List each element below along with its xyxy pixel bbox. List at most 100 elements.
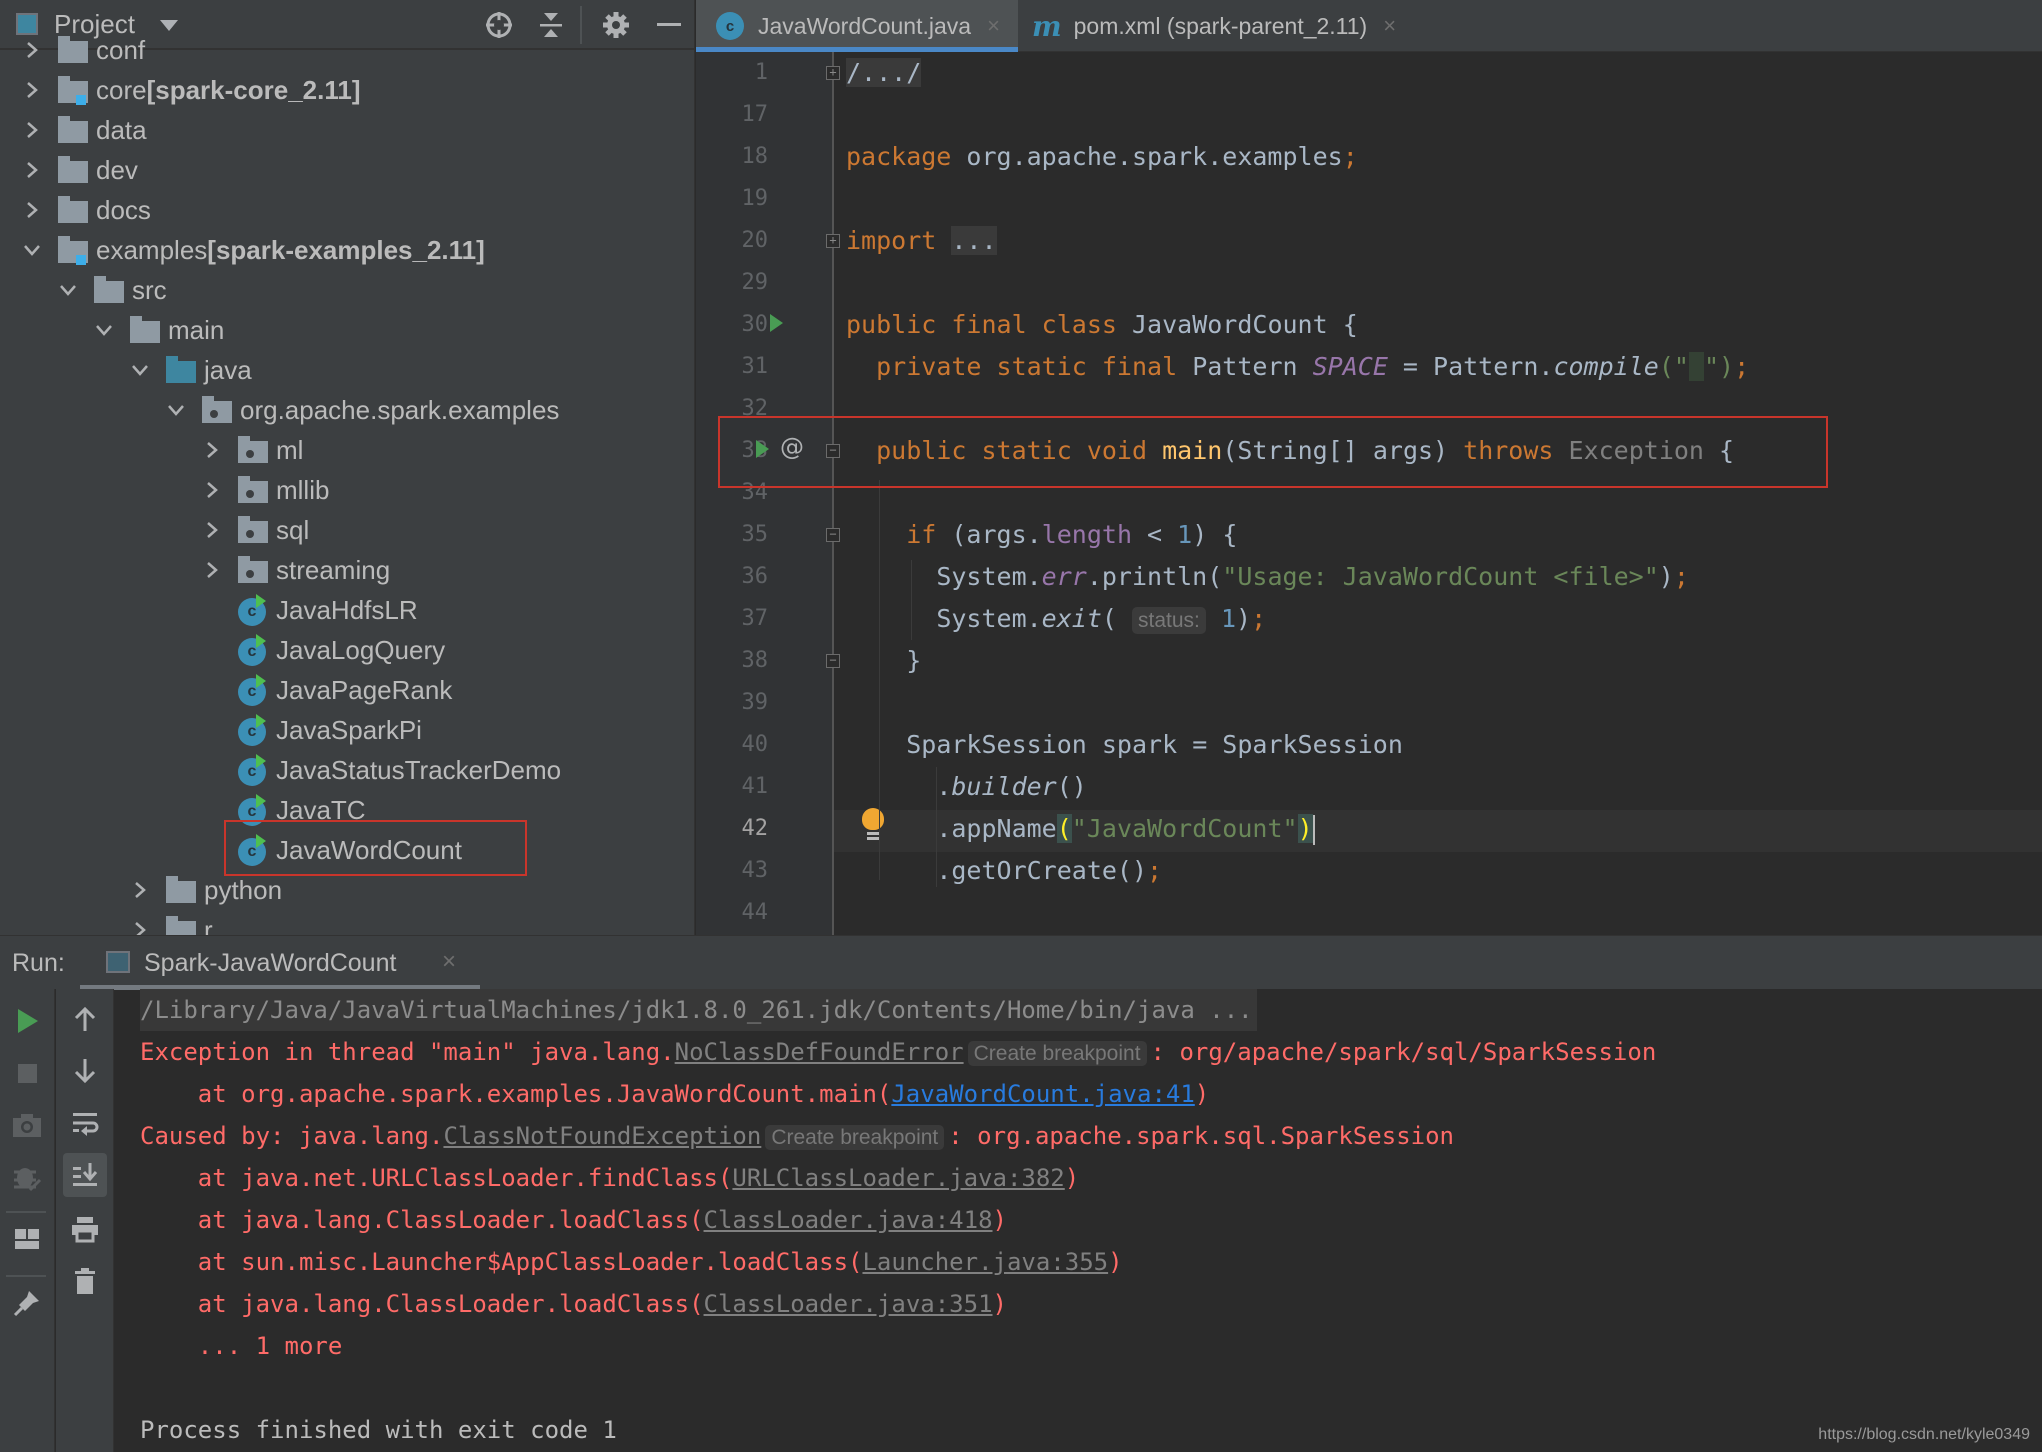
chevron-right-icon[interactable] — [20, 150, 44, 190]
code-line-42[interactable]: .appName("JavaWordCount") — [846, 808, 1315, 850]
tree-item-docs[interactable]: docs — [20, 190, 151, 230]
chevron-down-icon[interactable] — [56, 270, 80, 310]
folded-imports[interactable]: ... — [951, 226, 997, 255]
layout-icon[interactable] — [9, 1221, 45, 1257]
tree-item-streaming[interactable]: streaming — [200, 550, 390, 590]
tree-item-org-apache-spark-examples[interactable]: org.apache.spark.examples — [164, 390, 559, 430]
tree-item-conf[interactable]: conf — [20, 30, 145, 70]
gear-icon[interactable] — [601, 10, 631, 40]
create-breakpoint-button[interactable]: Create breakpoint — [967, 1041, 1147, 1066]
line-number[interactable]: 17 — [696, 102, 769, 127]
console-stack-line[interactable]: at java.lang.ClassLoader.loadClass(Class… — [140, 1199, 1007, 1241]
line-number[interactable]: 30 — [696, 312, 769, 337]
line-number[interactable]: 1 — [696, 60, 768, 85]
scroll-up-icon[interactable] — [67, 1001, 103, 1037]
console-command-line[interactable]: /Library/Java/JavaVirtualMachines/jdk1.8… — [140, 989, 1257, 1031]
close-tab-icon[interactable]: × — [1383, 13, 1396, 39]
source-link[interactable]: Launcher.java:355 — [862, 1248, 1108, 1276]
source-link[interactable]: JavaWordCount.java:41 — [891, 1080, 1194, 1108]
source-link[interactable]: URLClassLoader.java:382 — [732, 1164, 1064, 1192]
minimize-icon[interactable] — [654, 10, 684, 40]
source-link[interactable]: ClassLoader.java:418 — [704, 1206, 993, 1234]
console-caused-by-line[interactable]: Caused by: java.lang.ClassNotFoundExcept… — [140, 1115, 1454, 1157]
code-line-30[interactable]: public final class JavaWordCount { — [846, 304, 1358, 346]
tree-item-examples[interactable]: examples [spark-examples_2.11] — [20, 230, 485, 270]
tree-item-src[interactable]: src — [56, 270, 167, 310]
tree-item-main[interactable]: main — [92, 310, 224, 350]
code-line-35[interactable]: if (args.length < 1) { — [846, 514, 1237, 556]
code-line-43[interactable]: .getOrCreate(); — [846, 850, 1162, 892]
line-number[interactable]: 41 — [696, 774, 769, 799]
run-class-icon[interactable] — [770, 314, 783, 332]
code-line-1[interactable]: /.../ — [846, 52, 922, 94]
close-tab-icon[interactable]: × — [987, 13, 1000, 39]
line-number[interactable]: 43 — [696, 858, 769, 883]
tree-item-javapagerank[interactable]: c JavaPageRank — [200, 670, 452, 710]
line-number[interactable]: 35 — [696, 522, 769, 547]
code-line-37[interactable]: System.exit( status: 1); — [846, 598, 1266, 640]
line-number[interactable]: 37 — [696, 606, 769, 631]
tree-item-javasparkpi[interactable]: c JavaSparkPi — [200, 710, 422, 750]
tree-item-data[interactable]: data — [20, 110, 147, 150]
print-icon[interactable] — [67, 1211, 103, 1247]
chevron-right-icon[interactable] — [128, 910, 152, 935]
tree-item-dev[interactable]: dev — [20, 150, 138, 190]
expand-fold-icon[interactable]: + — [826, 66, 840, 80]
line-number[interactable]: 31 — [696, 354, 769, 379]
tab-pom-xml[interactable]: m pom.xml (spark-parent_2.11) × — [1032, 0, 1396, 52]
run-main-icon[interactable] — [756, 440, 769, 458]
line-number[interactable]: 38 — [696, 648, 769, 673]
line-number[interactable]: 19 — [696, 186, 769, 211]
line-number[interactable]: 34 — [696, 480, 769, 505]
clear-icon[interactable] — [67, 1263, 103, 1299]
pin-icon[interactable] — [9, 1285, 45, 1321]
chevron-down-icon[interactable] — [164, 390, 188, 430]
code-line-33[interactable]: public static void main(String[] args) t… — [846, 430, 1734, 472]
code-line-41[interactable]: .builder() — [846, 766, 1087, 808]
chevron-right-icon[interactable] — [200, 430, 224, 470]
exception-class-link[interactable]: ClassNotFoundException — [443, 1122, 761, 1150]
tree-item-javatc[interactable]: c JavaTC — [200, 790, 366, 830]
chevron-right-icon[interactable] — [128, 870, 152, 910]
tree-item-javawordcount[interactable]: c JavaWordCount — [200, 830, 462, 870]
line-number[interactable]: 42 — [696, 816, 769, 841]
console-exception-line[interactable]: Exception in thread "main" java.lang.NoC… — [140, 1031, 1656, 1073]
create-breakpoint-button[interactable]: Create breakpoint — [765, 1125, 945, 1150]
snapshot-icon[interactable] — [9, 1107, 45, 1143]
tree-item-core[interactable]: core [spark-core_2.11] — [20, 70, 360, 110]
line-number[interactable]: 36 — [696, 564, 769, 589]
tree-item-r[interactable]: r — [128, 910, 213, 935]
debug-icon[interactable] — [9, 1159, 45, 1195]
code-line-31[interactable]: private static final Pattern SPACE = Pat… — [846, 346, 1749, 388]
chevron-right-icon[interactable] — [20, 190, 44, 230]
annotation-icon[interactable]: @ — [780, 433, 804, 461]
locate-icon[interactable] — [484, 10, 514, 40]
rerun-icon[interactable] — [9, 1003, 45, 1039]
line-number[interactable]: 40 — [696, 732, 769, 757]
line-number[interactable]: 32 — [696, 396, 769, 421]
console-stack-line[interactable]: at java.net.URLClassLoader.findClass(URL… — [140, 1157, 1079, 1199]
chevron-right-icon[interactable] — [200, 470, 224, 510]
console-stack-line[interactable]: at sun.misc.Launcher$AppClassLoader.load… — [140, 1241, 1123, 1283]
run-tab-spark-javawordcount[interactable]: Spark-JavaWordCount × — [80, 936, 480, 990]
code-line-36[interactable]: System.err.println("Usage: JavaWordCount… — [846, 556, 1689, 598]
code-line-20[interactable]: import ... — [846, 220, 997, 262]
chevron-right-icon[interactable] — [20, 110, 44, 150]
chevron-down-icon[interactable] — [20, 230, 44, 270]
source-link[interactable]: ClassLoader.java:351 — [704, 1290, 993, 1318]
tree-item-javastatustrackerdemo[interactable]: c JavaStatusTrackerDemo — [200, 750, 561, 790]
chevron-right-icon[interactable] — [20, 30, 44, 70]
scroll-to-end-icon[interactable] — [63, 1153, 107, 1197]
tree-item-python[interactable]: python — [128, 870, 282, 910]
code-line-38[interactable]: } — [846, 640, 921, 682]
code-line-18[interactable]: package org.apache.spark.examples; — [846, 136, 1358, 178]
chevron-right-icon[interactable] — [20, 70, 44, 110]
chevron-right-icon[interactable] — [200, 510, 224, 550]
tab-javawordcount-java[interactable]: c JavaWordCount.java × — [696, 0, 1018, 52]
stop-icon[interactable] — [9, 1055, 45, 1091]
code-line-40[interactable]: SparkSession spark = SparkSession — [846, 724, 1403, 766]
collapse-fold-icon[interactable]: − — [826, 444, 840, 458]
tree-item-sql[interactable]: sql — [200, 510, 309, 550]
tree-item-javahdfslr[interactable]: c JavaHdfsLR — [200, 590, 418, 630]
line-number[interactable]: 18 — [696, 144, 769, 169]
